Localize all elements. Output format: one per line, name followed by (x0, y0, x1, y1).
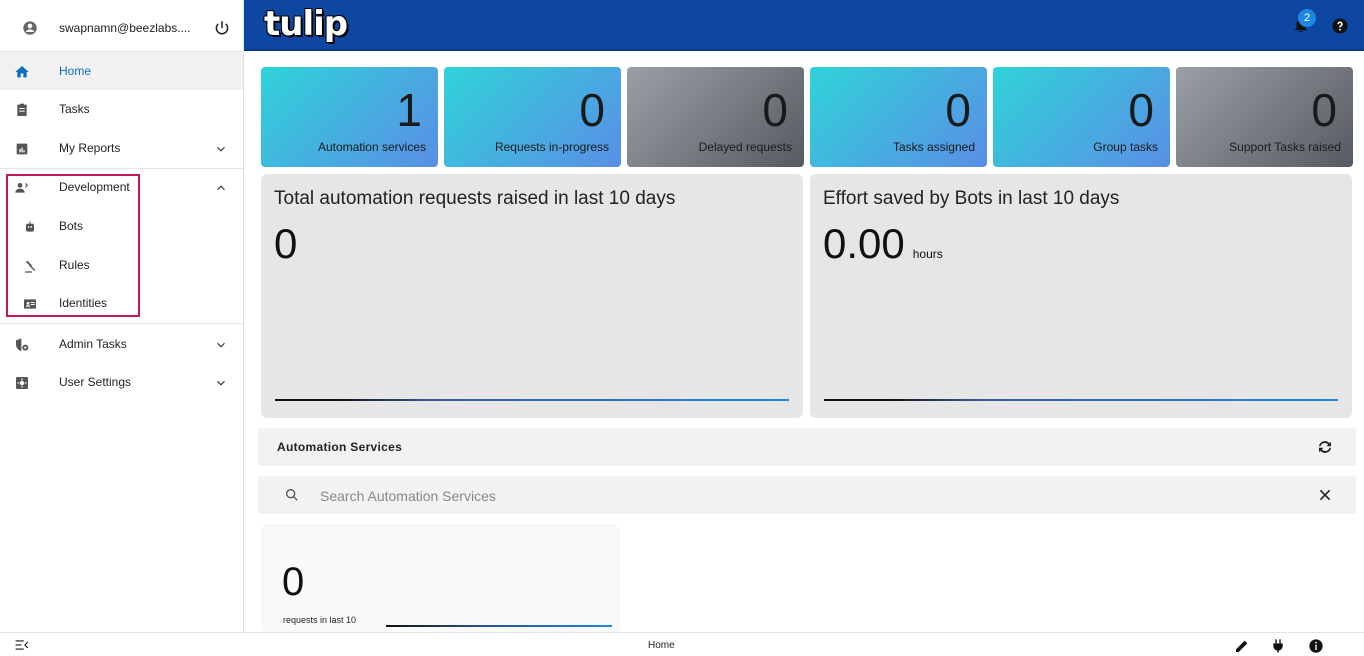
sidebar-item-label: Tasks (59, 102, 90, 116)
chevron-down-icon[interactable] (214, 338, 228, 352)
power-icon[interactable] (213, 19, 231, 37)
card-value: 0 (282, 560, 305, 604)
stat-automation-services[interactable]: 1 Automation services (261, 67, 438, 167)
sidebar-item-admin-tasks[interactable]: Admin Tasks (0, 325, 243, 363)
clipboard-icon (17, 103, 27, 116)
stat-label: Delayed requests (698, 140, 792, 154)
stat-value: 0 (579, 84, 605, 136)
search-bar (258, 476, 1356, 514)
sidebar-item-user-settings[interactable]: User Settings (0, 363, 243, 401)
settings-icon (16, 377, 28, 389)
requests-panel: Total automation requests raised in last… (261, 174, 803, 418)
account-circle-icon (23, 21, 37, 35)
trend-line (275, 399, 789, 401)
automation-service-card[interactable]: 0 requests in last 10 (263, 526, 618, 632)
sidebar: swapnamn@beezlabs.... Home Tasks My Repo… (0, 0, 244, 632)
stat-value: 0 (1311, 84, 1337, 136)
stat-label: Automation services (317, 140, 426, 154)
chevron-up-icon[interactable] (214, 181, 228, 195)
stat-label: Tasks assigned (892, 140, 975, 154)
card-trend-line (386, 625, 612, 627)
admin-shield-icon (16, 338, 29, 351)
effort-panel: Effort saved by Bots in last 10 days 0.0… (810, 174, 1352, 418)
user-email: swapnamn@beezlabs.... (59, 21, 191, 35)
close-icon[interactable] (1318, 488, 1332, 502)
stat-requests-in-progress[interactable]: 0 Requests in-progress (444, 67, 621, 167)
sidebar-item-label: Admin Tasks (59, 337, 127, 351)
sidebar-item-my-reports[interactable]: My Reports (0, 129, 243, 167)
sidebar-item-tasks[interactable]: Tasks (0, 90, 243, 128)
footer-page-label: Home (648, 640, 675, 651)
footer-bar: Home (0, 632, 1364, 656)
stat-support-tasks-raised[interactable]: 0 Support Tasks raised (1176, 67, 1353, 167)
app-logo[interactable]: tulip (264, 4, 348, 44)
main-content: 1 Automation services 0 Requests in-prog… (244, 51, 1364, 632)
panel-unit: hours (912, 247, 943, 261)
panel-title: Effort saved by Bots in last 10 days (823, 188, 1120, 209)
stat-value: 0 (945, 84, 971, 136)
stat-tasks-assigned[interactable]: 0 Tasks assigned (810, 67, 987, 167)
stat-delayed-requests[interactable]: 0 Delayed requests (627, 67, 804, 167)
search-icon (286, 489, 298, 501)
panel-value: 0 (274, 220, 298, 267)
stat-value: 0 (1128, 84, 1154, 136)
divider (0, 323, 243, 324)
sync-icon[interactable] (1316, 438, 1334, 456)
info-icon[interactable] (1308, 638, 1324, 654)
automation-services-header: Automation Services (258, 428, 1356, 466)
collapse-menu-icon[interactable] (15, 639, 29, 651)
sidebar-item-label: User Settings (59, 375, 132, 389)
stat-group-tasks[interactable]: 0 Group tasks (993, 67, 1170, 167)
stat-value: 1 (396, 84, 422, 136)
stat-value: 0 (762, 84, 788, 136)
chevron-down-icon[interactable] (214, 376, 228, 390)
stat-label: Group tasks (1093, 140, 1158, 154)
trend-line (824, 399, 1338, 401)
pencil-icon[interactable] (1234, 638, 1250, 654)
development-highlight (6, 174, 140, 317)
top-bar: tulip (244, 0, 1364, 51)
sidebar-item-label: Home (59, 64, 92, 78)
panel-title: Total automation requests raised in last… (274, 188, 676, 209)
user-row: swapnamn@beezlabs.... (0, 0, 243, 52)
sidebar-item-label: My Reports (59, 141, 121, 155)
plug-icon[interactable] (1270, 638, 1286, 654)
report-icon (16, 143, 28, 155)
panel-value-wrap: 0.00 hours (823, 220, 943, 268)
stat-label: Requests in-progress (494, 140, 609, 154)
sidebar-item-home[interactable]: Home (0, 52, 243, 90)
stat-label: Support Tasks raised (1229, 140, 1341, 154)
chevron-down-icon[interactable] (214, 142, 228, 156)
help-icon[interactable] (1331, 17, 1349, 35)
card-label: requests in last 10 (283, 615, 357, 625)
section-title: Automation Services (277, 440, 403, 454)
home-icon (15, 66, 29, 78)
notification-badge: 2 (1298, 9, 1316, 27)
panel-value: 0.00 (823, 220, 905, 267)
search-input[interactable] (320, 485, 1220, 507)
